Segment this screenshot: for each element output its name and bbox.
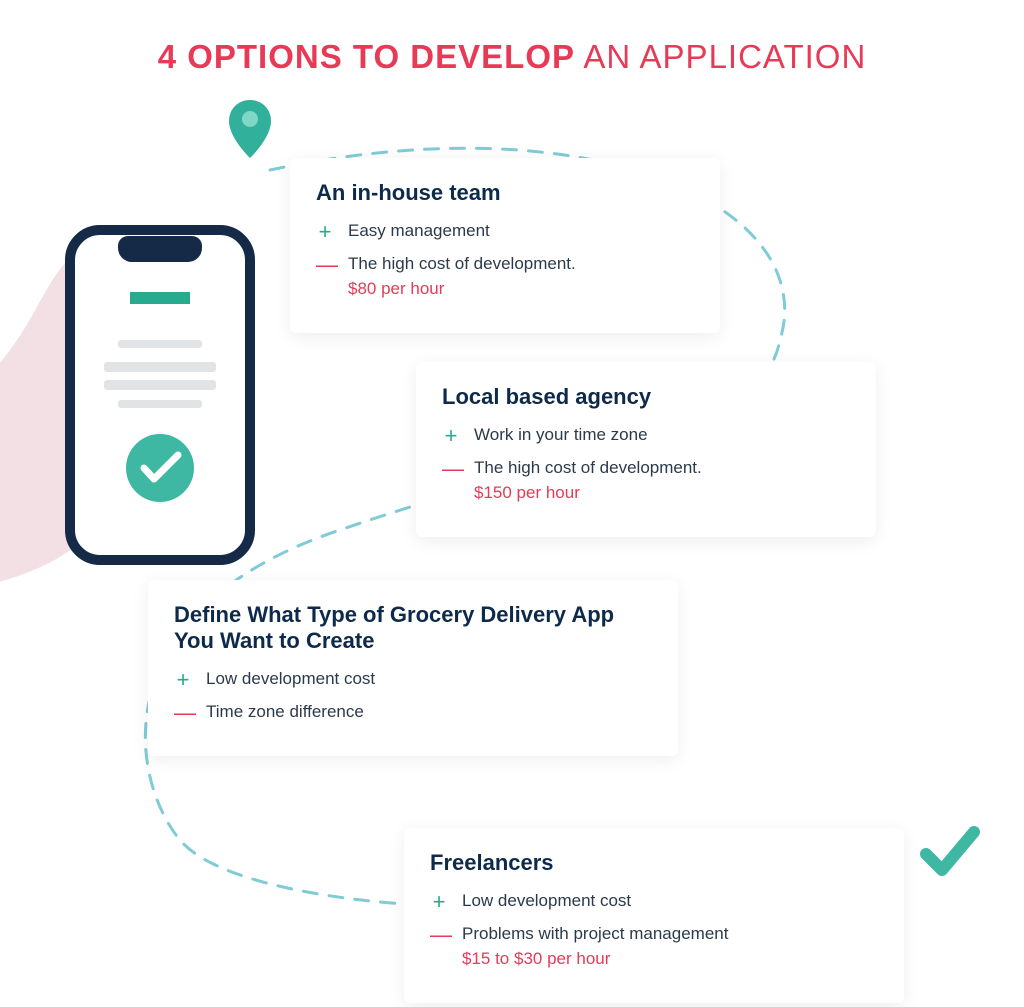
price-text: $150 per hour xyxy=(474,482,702,505)
con-text-wrap: The high cost of development. $80 per ho… xyxy=(348,253,576,301)
price-text: $15 to $30 per hour xyxy=(462,948,728,971)
con-text: Problems with project management xyxy=(462,924,728,943)
pro-text: Low development cost xyxy=(462,890,631,913)
checkmark-icon xyxy=(920,824,980,880)
card-heading: An in-house team xyxy=(316,180,694,206)
option-card-freelancers: Freelancers + Low development cost — Pro… xyxy=(404,828,904,1003)
plus-icon: + xyxy=(316,221,334,243)
con-text-wrap: Problems with project management $15 to … xyxy=(462,923,728,971)
con-text: Time zone difference xyxy=(206,701,364,724)
hand-phone-illustration xyxy=(0,200,300,620)
pro-text: Work in your time zone xyxy=(474,424,648,447)
pro-text: Low development cost xyxy=(206,668,375,691)
minus-icon: — xyxy=(316,254,334,276)
minus-icon: — xyxy=(430,924,448,946)
card-heading: Freelancers xyxy=(430,850,878,876)
con-row: — The high cost of development. $80 per … xyxy=(316,253,694,301)
plus-icon: + xyxy=(430,891,448,913)
option-card-define: Define What Type of Grocery Delivery App… xyxy=(148,580,678,756)
pro-row: + Work in your time zone xyxy=(442,424,850,447)
con-row: — The high cost of development. $150 per… xyxy=(442,457,850,505)
con-row: — Time zone difference xyxy=(174,701,652,724)
plus-icon: + xyxy=(174,669,192,691)
pro-row: + Easy management xyxy=(316,220,694,243)
card-heading: Local based agency xyxy=(442,384,850,410)
con-text: The high cost of development. xyxy=(348,254,576,273)
pro-row: + Low development cost xyxy=(430,890,878,913)
con-row: — Problems with project management $15 t… xyxy=(430,923,878,971)
pro-row: + Low development cost xyxy=(174,668,652,691)
plus-icon: + xyxy=(442,425,460,447)
title-light: AN APPLICATION xyxy=(575,38,866,75)
card-heading: Define What Type of Grocery Delivery App… xyxy=(174,602,652,654)
option-card-inhouse: An in-house team + Easy management — The… xyxy=(290,158,720,333)
page-title: 4 OPTIONS TO DEVELOP AN APPLICATION xyxy=(0,38,1024,76)
pro-text: Easy management xyxy=(348,220,490,243)
con-text-wrap: The high cost of development. $150 per h… xyxy=(474,457,702,505)
diagram-canvas: 4 OPTIONS TO DEVELOP AN APPLICATION An i… xyxy=(0,0,1024,1007)
title-strong: 4 OPTIONS TO DEVELOP xyxy=(158,38,575,75)
price-text: $80 per hour xyxy=(348,278,576,301)
location-pin-icon xyxy=(226,98,274,162)
con-text: The high cost of development. xyxy=(474,458,702,477)
minus-icon: — xyxy=(174,702,192,724)
minus-icon: — xyxy=(442,458,460,480)
option-card-local-agency: Local based agency + Work in your time z… xyxy=(416,362,876,537)
